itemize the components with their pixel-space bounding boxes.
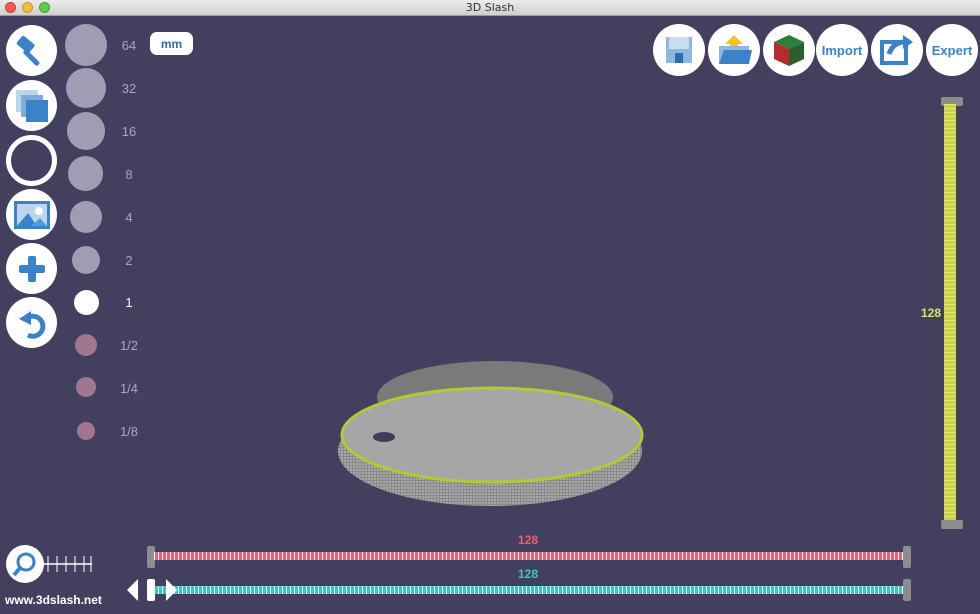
window-title: 3D Slash — [465, 1, 515, 14]
expert-button[interactable]: Expert — [926, 24, 978, 76]
arrow-left-icon[interactable] — [126, 578, 140, 602]
open-folder-icon — [719, 35, 752, 64]
teal-slider-right-handle[interactable] — [903, 579, 911, 601]
vertical-slider-bottom-handle[interactable] — [941, 520, 963, 529]
size-label-quarter: 1/4 — [119, 381, 139, 396]
size-label-8: 8 — [125, 167, 133, 182]
model-viewport[interactable] — [320, 355, 660, 515]
size-dot-4[interactable] — [70, 201, 102, 233]
import-button[interactable]: Import — [816, 24, 868, 76]
size-dot-32[interactable] — [66, 68, 106, 108]
website-link[interactable]: www.3dslash.net — [5, 593, 102, 607]
size-label-4: 4 — [125, 210, 133, 225]
size-label-eighth: 1/8 — [119, 424, 139, 439]
color-cube-icon — [774, 35, 804, 66]
red-slider-track[interactable] — [154, 552, 908, 560]
open-button[interactable] — [708, 24, 760, 76]
model-hole — [373, 432, 395, 442]
size-dot-2[interactable] — [72, 246, 100, 274]
teal-slider-value: 128 — [517, 567, 539, 581]
unit-toggle-button[interactable]: mm — [150, 32, 193, 55]
size-dot-half[interactable] — [75, 334, 97, 356]
title-bar: 3D Slash — [0, 0, 980, 16]
size-dot-64[interactable] — [65, 24, 107, 66]
zoom-slider[interactable] — [44, 554, 92, 574]
size-dot-eighth[interactable] — [77, 422, 95, 440]
vertical-slider-value: 128 — [920, 306, 942, 320]
teal-slider-track[interactable] — [154, 586, 908, 594]
arrow-right-icon[interactable] — [164, 578, 178, 602]
cube-layers-icon — [15, 89, 48, 122]
size-dot-1[interactable] — [74, 290, 99, 315]
share-button[interactable] — [871, 24, 923, 76]
save-button[interactable] — [653, 24, 705, 76]
plus-icon — [18, 255, 45, 282]
red-slider-right-handle[interactable] — [903, 546, 911, 568]
add-tool-button[interactable] — [6, 243, 57, 294]
image-icon — [13, 200, 50, 229]
hammer-tool-button[interactable] — [6, 25, 57, 76]
red-slider-value: 128 — [517, 533, 539, 547]
save-icon — [666, 37, 692, 63]
hammer-icon — [16, 35, 39, 66]
share-icon — [880, 35, 913, 65]
magnifier-icon — [12, 552, 36, 577]
circle-tool-button[interactable] — [6, 135, 57, 186]
size-label-2: 2 — [125, 253, 133, 268]
undo-icon — [18, 310, 45, 339]
cube-tool-button[interactable] — [6, 80, 57, 131]
expert-label: Expert — [931, 42, 973, 58]
size-dot-8[interactable] — [68, 156, 103, 191]
image-tool-button[interactable] — [6, 189, 57, 240]
size-label-16: 16 — [121, 124, 137, 139]
size-label-1: 1 — [125, 295, 133, 310]
import-label: Import — [821, 42, 863, 58]
size-label-32: 32 — [121, 81, 137, 96]
size-label-half: 1/2 — [119, 338, 139, 353]
undo-button[interactable] — [6, 297, 57, 348]
color-button[interactable] — [763, 24, 815, 76]
size-dot-quarter[interactable] — [76, 377, 96, 397]
zoom-button[interactable] — [6, 545, 44, 583]
size-dot-16[interactable] — [67, 112, 105, 150]
size-label-64: 64 — [121, 38, 137, 53]
